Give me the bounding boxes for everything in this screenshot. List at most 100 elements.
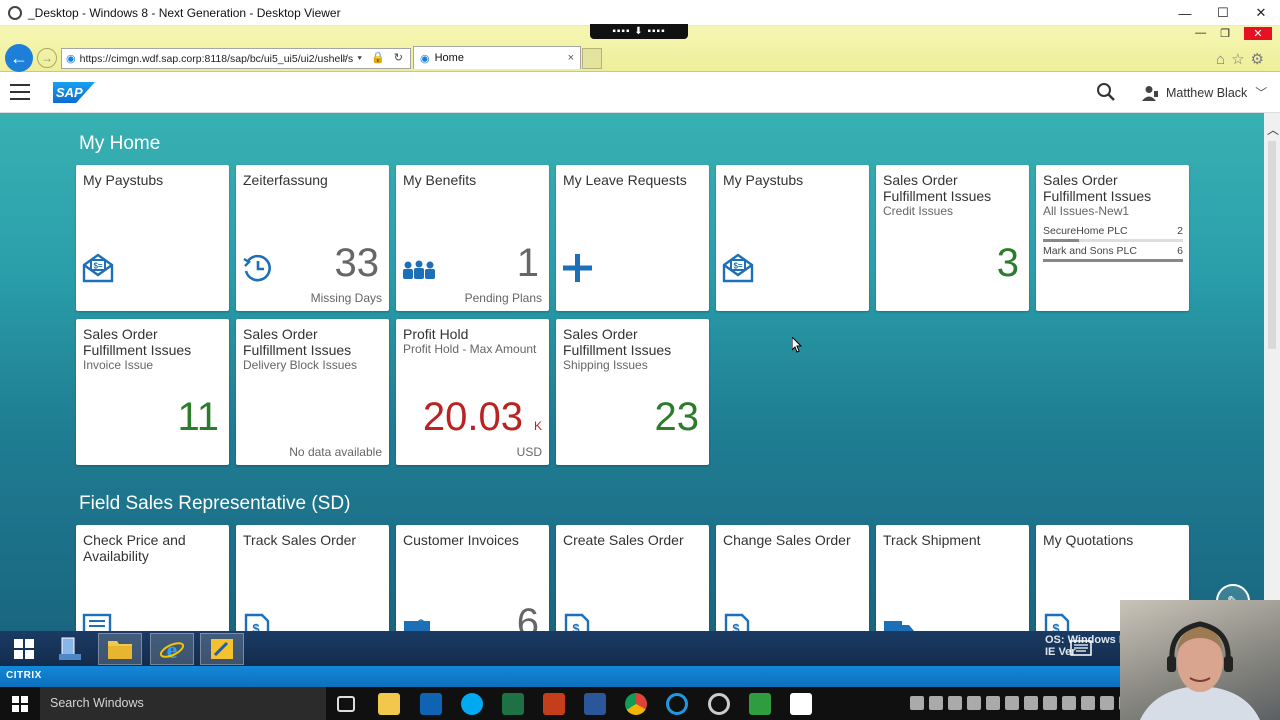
tile-track-sales-order[interactable]: Track Sales Order $	[236, 525, 389, 631]
tile-sales-order-delivery-block[interactable]: Sales Order Fulfillment Issues Delivery …	[236, 319, 389, 465]
chevron-up-icon[interactable]: ︿	[1267, 121, 1279, 138]
tile-title: Customer Invoices	[403, 532, 519, 548]
tray-icon[interactable]	[1100, 696, 1114, 710]
remote-sap-logon[interactable]	[200, 633, 244, 665]
remote-file-explorer[interactable]	[98, 633, 142, 665]
tile-subtitle: Delivery Block Issues	[243, 358, 358, 372]
tile-title: Track Sales Order	[243, 532, 357, 548]
tile-profit-hold[interactable]: Profit Hold Profit Hold - Max Amount 20.…	[396, 319, 549, 465]
svg-text:$: $	[252, 621, 260, 631]
edge-browser-icon[interactable]	[666, 693, 688, 715]
tray-icon[interactable]	[1062, 696, 1076, 710]
excel-icon[interactable]	[502, 693, 524, 715]
minimize-button[interactable]: —	[1166, 0, 1204, 26]
tray-icon[interactable]	[986, 696, 1000, 710]
system-tray[interactable]	[910, 696, 1152, 710]
tile-sales-order-shipping-issues[interactable]: Sales Order Fulfillment Issues Shipping …	[556, 319, 709, 465]
tile-my-paystubs[interactable]: My Paystubs $=	[76, 165, 229, 311]
tile-sales-order-credit-issues[interactable]: Sales Order Fulfillment Issues Credit Is…	[876, 165, 1029, 311]
tile-zeiterfassung[interactable]: Zeiterfassung 33 Missing Days	[236, 165, 389, 311]
group-title-field-sales: Field Sales Representative (SD)	[79, 493, 351, 514]
tray-icon[interactable]	[1081, 696, 1095, 710]
tab-home[interactable]: ◉ Home ×	[413, 46, 581, 69]
chrome-icon[interactable]	[625, 693, 647, 715]
address-bar[interactable]: ◉ https://cimgn.wdf.sap.corp:8118/sap/bc…	[61, 48, 411, 69]
user-name: Matthew Black	[1166, 85, 1248, 100]
remote-server-manager[interactable]	[48, 633, 92, 665]
tile-change-sales-order[interactable]: Change Sales Order $	[716, 525, 869, 631]
bar-row-mark-and-sons: Mark and Sons PLC 6	[1043, 245, 1183, 262]
scrollbar-thumb[interactable]	[1268, 141, 1276, 349]
user-menu[interactable]: Matthew Black ﹀	[1142, 84, 1267, 101]
tile-number: 33	[334, 241, 380, 285]
outlook-icon[interactable]	[420, 693, 442, 715]
tile-number: 23	[654, 395, 700, 439]
start-button[interactable]	[0, 687, 40, 720]
browser-tools[interactable]: ⌂☆⚙	[1216, 50, 1270, 68]
tile-track-shipment[interactable]: Track Shipment	[876, 525, 1029, 631]
svg-text:$=: $=	[733, 262, 742, 271]
menu-icon[interactable]	[10, 84, 30, 105]
skype-icon[interactable]	[461, 693, 483, 715]
address-url: https://cimgn.wdf.sap.corp:8118/sap/bc/u…	[79, 52, 354, 65]
search-icon[interactable]	[1096, 82, 1116, 102]
invoice-icon: $	[404, 618, 430, 631]
window-title: _Desktop - Windows 8 - Next Generation -…	[28, 5, 341, 20]
tile-customer-invoices[interactable]: Customer Invoices 6 $	[396, 525, 549, 631]
powerpoint-icon[interactable]	[543, 693, 565, 715]
page-icon: ◉	[66, 53, 76, 65]
windows-logo-icon	[12, 695, 28, 712]
tray-icon[interactable]	[967, 696, 981, 710]
browser-minimize-button[interactable]: —	[1195, 27, 1206, 40]
remote-internet-explorer[interactable]: e	[150, 633, 194, 665]
tile-create-sales-order[interactable]: Create Sales Order $	[556, 525, 709, 631]
back-button[interactable]: ←	[5, 44, 33, 72]
tile-subtitle: Shipping Issues	[563, 358, 648, 372]
app-c-icon[interactable]	[790, 693, 812, 715]
tile-title: My Leave Requests	[563, 172, 687, 188]
citrix-toolbar-handle[interactable]: ▪▪▪▪ ⬇ ▪▪▪▪	[590, 24, 688, 39]
sap-logon-icon	[211, 639, 233, 659]
tile-check-price-availability[interactable]: Check Price and Availability	[76, 525, 229, 631]
forward-button[interactable]: →	[37, 48, 57, 68]
tray-icon[interactable]	[929, 696, 943, 710]
taskbar-search-input[interactable]: Search Windows	[40, 687, 326, 720]
tile-my-benefits[interactable]: My Benefits 1 Pending Plans	[396, 165, 549, 311]
tray-icon[interactable]	[1024, 696, 1038, 710]
remote-start-button[interactable]	[2, 633, 46, 665]
sales-order-icon: $	[244, 613, 270, 631]
browser-close-button[interactable]: ✕	[1244, 27, 1272, 40]
camtasia-icon[interactable]	[749, 693, 771, 715]
tile-sales-order-all-issues[interactable]: Sales Order Fulfillment Issues All Issue…	[1036, 165, 1189, 311]
tab-close-icon[interactable]: ×	[568, 52, 574, 64]
browser-restore-button[interactable]: ❐	[1220, 27, 1230, 40]
address-actions-icons[interactable]: ⌕ ▾ 🔒 ↻	[342, 51, 406, 65]
server-manager-icon	[59, 637, 81, 660]
tile-title: Sales Order Fulfillment Issues	[83, 326, 192, 358]
close-button[interactable]: ✕	[1242, 0, 1280, 26]
sales-order-icon: $	[564, 613, 590, 631]
tile-sales-order-invoice-issue[interactable]: Sales Order Fulfillment Issues Invoice I…	[76, 319, 229, 465]
tile-my-leave-requests[interactable]: My Leave Requests	[556, 165, 709, 311]
tray-icon[interactable]	[1005, 696, 1019, 710]
group-title-my-home: My Home	[79, 133, 161, 154]
window-titlebar: _Desktop - Windows 8 - Next Generation -…	[0, 0, 1280, 26]
tray-icon[interactable]	[910, 696, 924, 710]
tile-title: My Quotations	[1043, 532, 1134, 548]
citrix-receiver-icon[interactable]	[708, 693, 730, 715]
task-view-icon[interactable]	[337, 696, 355, 712]
file-explorer-icon[interactable]	[378, 693, 400, 715]
maximize-button[interactable]: ☐	[1204, 0, 1242, 26]
keyboard-icon[interactable]	[1070, 640, 1092, 656]
svg-text:$: $	[418, 618, 424, 630]
tile-my-paystubs-2[interactable]: My Paystubs $=	[716, 165, 869, 311]
quotation-icon: $	[1044, 613, 1070, 631]
tile-subtitle: All Issues-New1	[1043, 204, 1130, 218]
clock-icon	[243, 254, 271, 282]
new-tab-button[interactable]	[582, 48, 602, 69]
bar-label: Mark and Sons PLC	[1043, 245, 1137, 257]
tray-icon[interactable]	[1043, 696, 1057, 710]
vertical-scrollbar[interactable]: ︿	[1264, 113, 1280, 631]
tray-icon[interactable]	[948, 696, 962, 710]
word-icon[interactable]	[584, 693, 606, 715]
